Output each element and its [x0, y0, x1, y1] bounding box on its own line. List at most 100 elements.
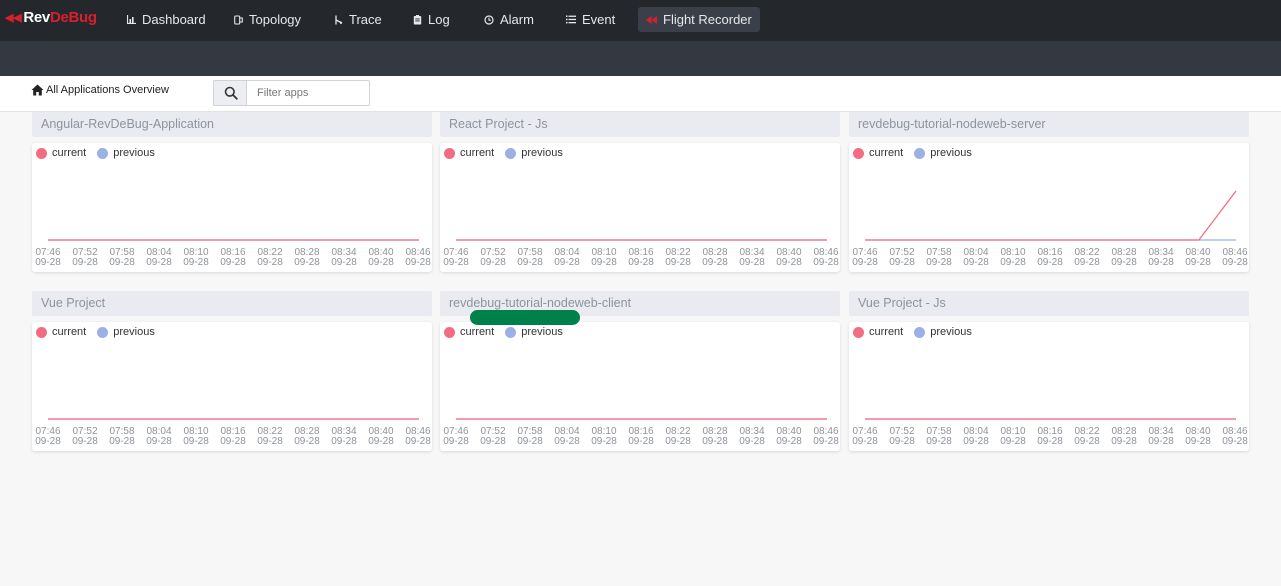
- revdebug-logo[interactable]: ◀◀ Rev DeBug: [5, 9, 97, 26]
- app-line-chart: 07:4609-2807:5209-2807:5809-2808:0409-28…: [443, 239, 839, 268]
- toolbar: All Applications Overview: [0, 76, 1281, 112]
- x-tick-date: 09-28: [1111, 436, 1137, 447]
- nav-event[interactable]: Event: [566, 7, 615, 32]
- x-tick-date: 09-28: [72, 436, 98, 447]
- x-tick-date: 09-28: [443, 257, 469, 268]
- x-tick-date: 09-28: [480, 257, 506, 268]
- nav-dashboard[interactable]: Dashboard: [127, 7, 206, 32]
- nav-log[interactable]: Log: [413, 7, 450, 32]
- x-tick-date: 09-28: [963, 436, 989, 447]
- x-tick-date: 09-28: [220, 436, 246, 447]
- x-tick-date: 09-28: [294, 257, 320, 268]
- app-line-chart: 07:4609-2807:5209-2807:5809-2808:0409-28…: [443, 418, 839, 447]
- x-tick-date: 09-28: [554, 257, 580, 268]
- x-tick-date: 09-28: [331, 257, 357, 268]
- nav-label: Dashboard: [142, 12, 206, 27]
- x-tick-date: 09-28: [702, 436, 728, 447]
- x-tick-date: 09-28: [1222, 436, 1248, 447]
- app-chart: current previous 07:46 09-28 07:52 09-28 07:58…: [849, 322, 1249, 451]
- app-chart: current previous 07:46 09-28 07:52 09-28 07:58…: [32, 322, 432, 451]
- log-icon: [413, 14, 422, 25]
- x-tick-date: 09-28: [517, 436, 543, 447]
- app-card-title[interactable]: React Project - Js: [440, 112, 840, 137]
- x-tick-date: 09-28: [1000, 257, 1026, 268]
- x-tick-date: 09-28: [1185, 257, 1211, 268]
- x-tick-date: 09-28: [554, 436, 580, 447]
- nav-trace[interactable]: Trace: [334, 7, 382, 32]
- app-card-title[interactable]: revdebug-tutorial-nodeweb-server: [849, 112, 1249, 137]
- x-tick-date: 09-28: [1000, 436, 1026, 447]
- overview-label: All Applications Overview: [46, 84, 169, 96]
- series-line-current: [865, 190, 1237, 241]
- x-tick-date: 09-28: [1148, 436, 1174, 447]
- x-tick-date: 09-28: [405, 257, 431, 268]
- x-tick-date: 09-28: [443, 436, 469, 447]
- x-tick-date: 09-28: [368, 257, 394, 268]
- x-tick-date: 09-28: [926, 436, 952, 447]
- x-tick-date: 09-28: [963, 257, 989, 268]
- nav-label: Flight Recorder: [663, 12, 752, 27]
- x-tick-date: 09-28: [294, 436, 320, 447]
- x-tick-date: 09-28: [1037, 436, 1063, 447]
- x-tick-date: 09-28: [220, 257, 246, 268]
- app-card-title[interactable]: Angular-RevDeBug-Application: [32, 112, 432, 137]
- x-tick-date: 09-28: [480, 436, 506, 447]
- x-tick-date: 09-28: [72, 257, 98, 268]
- home-icon: [31, 84, 44, 96]
- bar-chart-icon: [127, 15, 136, 24]
- nav-label: Event: [582, 12, 616, 27]
- x-tick-date: 09-28: [776, 257, 802, 268]
- x-tick-date: 09-28: [1222, 257, 1248, 268]
- app-card: revdebug-tutorial-nodeweb-server current p…: [849, 112, 1249, 272]
- list-icon: [566, 15, 576, 24]
- app-card-title[interactable]: Vue Project: [32, 291, 432, 316]
- x-tick-date: 09-28: [926, 257, 952, 268]
- x-tick-date: 09-28: [405, 436, 431, 447]
- search-button[interactable]: [213, 80, 247, 106]
- nav-alarm[interactable]: Alarm: [484, 7, 534, 32]
- logo-text-rev: Rev: [23, 9, 50, 26]
- x-tick-date: 09-28: [852, 257, 878, 268]
- app-card-title[interactable]: Vue Project - Js: [849, 291, 1249, 316]
- x-tick-date: 09-28: [889, 436, 915, 447]
- all-applications-overview-link[interactable]: All Applications Overview: [31, 84, 169, 96]
- x-tick-date: 09-28: [852, 436, 878, 447]
- x-tick-date: 09-28: [1074, 257, 1100, 268]
- x-tick-date: 09-28: [1185, 436, 1211, 447]
- x-tick-date: 09-28: [257, 436, 283, 447]
- app-chart: current previous 07:46 09-28 07:52 09-28 07:58…: [440, 143, 840, 272]
- app-line-chart: 07:4609-2807:5209-2807:5809-2808:0409-28…: [35, 239, 431, 268]
- x-tick-date: 09-28: [1148, 257, 1174, 268]
- x-tick-date: 09-28: [368, 436, 394, 447]
- app-line-chart: 07:4609-2807:5209-2807:5809-2808:0409-28…: [852, 190, 1248, 268]
- x-tick-date: 09-28: [813, 257, 839, 268]
- x-tick-date: 09-28: [665, 257, 691, 268]
- app-line-chart: 07:4609-2807:5209-2807:5809-2808:0409-28…: [852, 418, 1248, 447]
- x-tick-date: 09-28: [739, 436, 765, 447]
- x-tick-date: 09-28: [517, 257, 543, 268]
- x-tick-date: 09-28: [35, 436, 61, 447]
- nav-flight-recorder[interactable]: Flight Recorder: [638, 7, 760, 32]
- app-card: React Project - Js current previous 07:46 09…: [440, 112, 840, 272]
- x-tick-date: 09-28: [628, 436, 654, 447]
- filter-apps-input[interactable]: [246, 80, 370, 106]
- app-chart: current previous 07:46 09-28 07:52 09-28 07:58…: [440, 322, 840, 451]
- x-tick-date: 09-28: [109, 436, 135, 447]
- x-tick-date: 09-28: [591, 257, 617, 268]
- nav-label: Log: [428, 12, 450, 27]
- x-tick-date: 09-28: [146, 257, 172, 268]
- x-tick-date: 09-28: [146, 436, 172, 447]
- trace-icon: [334, 15, 343, 25]
- nav-topology[interactable]: Topology: [234, 7, 301, 32]
- search-icon: [224, 86, 238, 100]
- alarm-icon: [484, 14, 494, 25]
- x-tick-date: 09-28: [1037, 257, 1063, 268]
- x-tick-date: 09-28: [813, 436, 839, 447]
- app-card: Vue Project current previous 07:46 09-28 07:5…: [32, 291, 432, 451]
- nav-label: Alarm: [500, 12, 534, 27]
- x-tick-date: 09-28: [739, 257, 765, 268]
- rewind-icon: [646, 15, 657, 24]
- x-tick-date: 09-28: [776, 436, 802, 447]
- topology-icon: [234, 14, 243, 25]
- x-tick-date: 09-28: [35, 257, 61, 268]
